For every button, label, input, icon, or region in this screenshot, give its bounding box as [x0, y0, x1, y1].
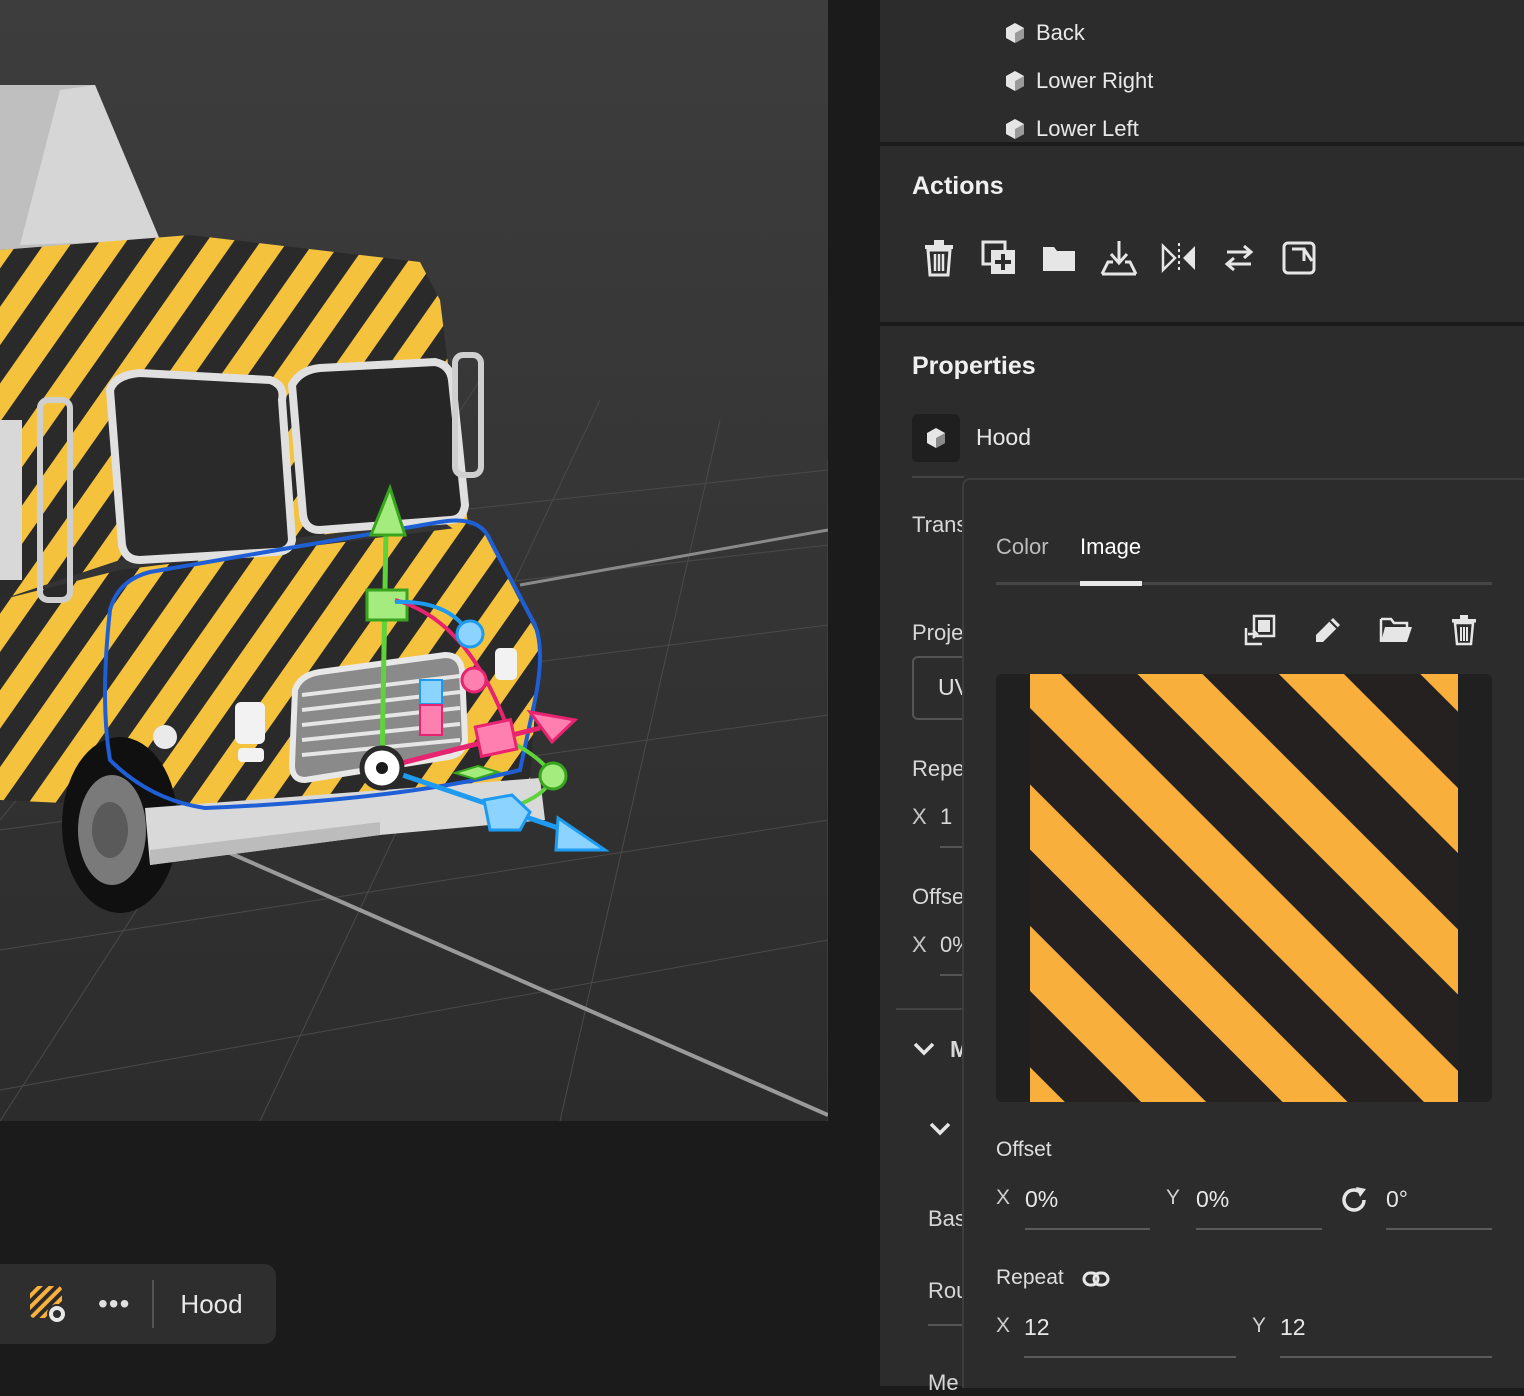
- repeat-y-underline: [1280, 1356, 1492, 1358]
- projection-label: Proje: [912, 620, 964, 645]
- offset-label: Offset: [996, 1138, 1052, 1161]
- layer-item-lower-right[interactable]: Lower Right: [1004, 68, 1153, 94]
- offset-x-field[interactable]: 0%: [1025, 1186, 1058, 1213]
- roughness-slider[interactable]: [928, 1324, 964, 1326]
- layer-item-label: Lower Right: [1036, 68, 1154, 93]
- offset-x-value-hidden[interactable]: 0%: [940, 932, 964, 958]
- repeat-x-underline: [1024, 1356, 1236, 1358]
- layer-item-lower-left[interactable]: Lower Left: [1004, 116, 1139, 142]
- layer-item-label: Back: [1036, 20, 1085, 45]
- properties-heading: Properties: [912, 352, 1036, 380]
- chevron-down-icon[interactable]: [928, 1118, 952, 1145]
- more-options-button[interactable]: •••: [98, 1288, 130, 1320]
- cube-icon: [1006, 23, 1024, 43]
- link-icon[interactable]: [1082, 1270, 1110, 1293]
- rotate-icon: [1340, 1185, 1370, 1220]
- base-label: Bas: [928, 1206, 966, 1231]
- offset-y-axis: Y: [1166, 1186, 1181, 1209]
- properties-divider: [896, 1008, 964, 1010]
- actions-heading: Actions: [912, 172, 1004, 200]
- repeat-x-value-hidden[interactable]: 1: [940, 804, 952, 830]
- object-type-chip: [912, 414, 960, 462]
- delete-icon[interactable]: [1446, 612, 1482, 648]
- properties-divider: [912, 476, 964, 478]
- layer-item-label: Lower Left: [1036, 116, 1139, 141]
- offset-y-field[interactable]: 0%: [1196, 1186, 1229, 1213]
- repeat-label-hidden: Repe: [912, 756, 965, 781]
- viewport-bottom-area: [0, 1121, 880, 1386]
- offset-y-underline: [1196, 1228, 1322, 1230]
- group-folder-icon[interactable]: [1040, 238, 1078, 278]
- gizmo-y-scale[interactable]: [365, 588, 409, 622]
- repeat-x-axis-hidden: X: [912, 804, 927, 829]
- tab-track: [996, 582, 1492, 585]
- rotation-field[interactable]: 0°: [1386, 1186, 1408, 1213]
- rotation-underline: [1386, 1228, 1492, 1230]
- duplicate-icon[interactable]: [980, 238, 1018, 278]
- selected-object-label: Hood: [180, 1288, 243, 1319]
- cube-icon: [927, 428, 945, 448]
- repeat-x-axis: X: [996, 1314, 1011, 1337]
- repeat-x-underline: [940, 846, 964, 848]
- swap-icon[interactable]: [1220, 238, 1258, 278]
- cube-icon: [1006, 119, 1024, 139]
- tab-color[interactable]: Color: [996, 534, 1049, 560]
- offset-x-axis: X: [996, 1186, 1011, 1209]
- texture-preview[interactable]: [996, 674, 1492, 1102]
- repeat-label: Repeat: [996, 1266, 1064, 1289]
- gizmo-x-scale[interactable]: [473, 717, 519, 759]
- layer-item-back[interactable]: Back: [1004, 20, 1085, 46]
- offset-label-hidden: Offse: [912, 884, 965, 909]
- section-divider: [880, 142, 1524, 146]
- material-swatch-icon[interactable]: [28, 1284, 68, 1324]
- section-divider: [880, 322, 1524, 326]
- 3d-viewport[interactable]: [0, 0, 828, 1121]
- offset-x-underline: [940, 974, 964, 976]
- tab-image[interactable]: Image: [1080, 534, 1141, 560]
- export-icon[interactable]: [1280, 238, 1318, 278]
- chevron-down-icon[interactable]: [912, 1038, 936, 1065]
- repeat-x-field[interactable]: 12: [1024, 1314, 1050, 1341]
- object-toolbar: ••• Hood: [0, 1264, 276, 1344]
- delete-icon[interactable]: [920, 238, 958, 278]
- tab-active-indicator: [1080, 581, 1142, 586]
- edit-pencil-icon[interactable]: [1310, 612, 1346, 648]
- open-folder-icon[interactable]: [1378, 612, 1414, 648]
- drop-to-ground-icon[interactable]: [1100, 238, 1138, 278]
- mirror-icon[interactable]: [1160, 238, 1198, 278]
- repeat-y-field[interactable]: 12: [1280, 1314, 1306, 1341]
- metal-label: Me: [928, 1370, 959, 1395]
- panel-gutter: [828, 0, 880, 1386]
- offset-x-axis-hidden: X: [912, 932, 927, 957]
- transform-label: Trans: [912, 512, 968, 537]
- actions-toolbar: [920, 238, 1318, 278]
- cube-icon: [1006, 71, 1024, 91]
- texture-image: [1030, 674, 1458, 1102]
- replace-image-icon[interactable]: [1242, 612, 1278, 648]
- offset-x-underline: [1025, 1228, 1150, 1230]
- repeat-y-axis: Y: [1252, 1314, 1267, 1337]
- viewport-scene[interactable]: [0, 0, 828, 1121]
- object-name: Hood: [976, 424, 1031, 450]
- toolbar-separator: [152, 1280, 155, 1328]
